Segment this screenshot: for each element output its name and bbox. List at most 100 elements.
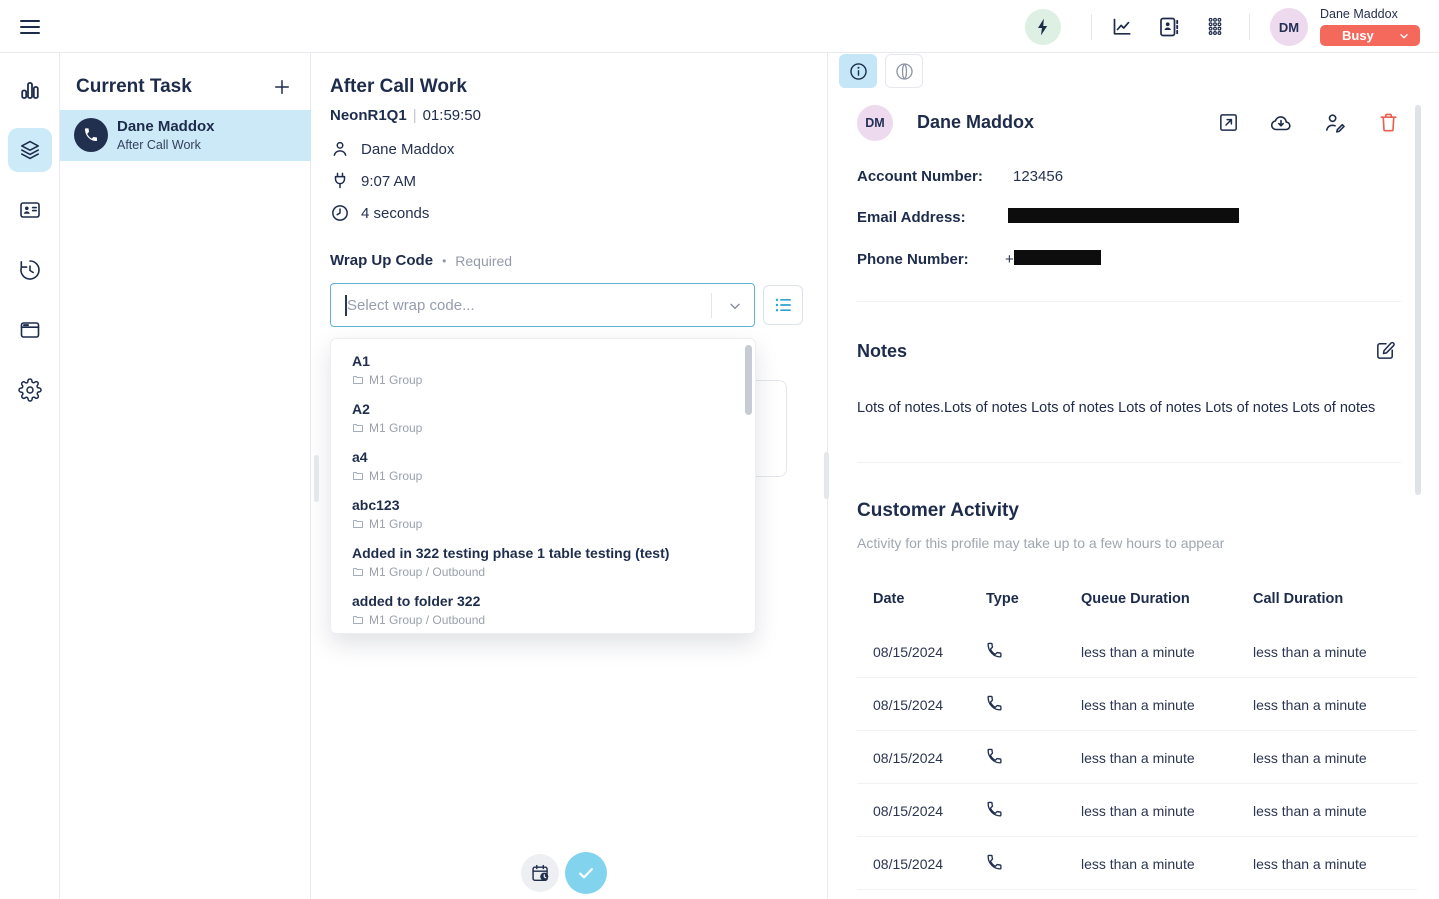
task-state-label: After Call Work xyxy=(117,138,201,152)
wrap-code-select[interactable] xyxy=(330,283,755,327)
avatar-initials: DM xyxy=(1279,20,1299,35)
dropdown-scrollbar[interactable] xyxy=(745,345,752,415)
option-name: A1 xyxy=(352,352,739,371)
wrap-code-option[interactable]: Added in 322 testing phase 1 table testi… xyxy=(339,539,739,587)
sidebar-item-metrics[interactable] xyxy=(8,68,52,112)
panel-resize-handle-right[interactable] xyxy=(824,452,829,499)
option-group: M1 Group xyxy=(369,469,422,483)
schedule-commitment-button[interactable] xyxy=(521,854,559,892)
sidebar-item-history[interactable] xyxy=(8,248,52,292)
status-dropdown[interactable]: Busy xyxy=(1320,25,1420,46)
wrap-up-code-label-row: Wrap Up Code • Required xyxy=(330,252,512,269)
add-task-button[interactable] xyxy=(272,77,292,97)
wrap-code-input[interactable] xyxy=(347,284,697,326)
chevron-down-icon[interactable] xyxy=(727,298,743,314)
sidebar-item-settings[interactable] xyxy=(8,368,52,412)
required-bullet: • xyxy=(442,254,446,268)
check-icon xyxy=(576,863,596,883)
queue-duration-value: less than a minute xyxy=(1081,697,1195,713)
topbar-divider xyxy=(1249,14,1250,40)
option-group: M1 Group xyxy=(369,517,422,531)
user-avatar[interactable]: DM xyxy=(1270,8,1308,46)
complete-acw-button[interactable] xyxy=(565,852,607,894)
notes-title: Notes xyxy=(857,341,907,362)
contact-card-icon xyxy=(18,198,42,222)
option-group: M1 Group / Outbound xyxy=(369,613,485,627)
cloud-download-icon xyxy=(1269,111,1293,135)
open-profile-button[interactable] xyxy=(1217,111,1241,135)
sidebar-item-contacts[interactable] xyxy=(8,188,52,232)
customer-activity-subtitle: Activity for this profile may take up to… xyxy=(857,535,1224,551)
acw-title: After Call Work xyxy=(330,76,467,98)
start-time-row: 9:07 AM xyxy=(330,171,416,191)
profile-avatar-initials: DM xyxy=(865,116,884,130)
edit-contact-button[interactable] xyxy=(1323,111,1347,135)
phone-prefix: + xyxy=(1005,251,1014,268)
browse-wrap-codes-button[interactable] xyxy=(763,285,803,325)
queue-duration-value: less than a minute xyxy=(1081,803,1195,819)
section-divider xyxy=(857,301,1401,302)
redacted-email-value xyxy=(1008,208,1239,223)
start-time: 9:07 AM xyxy=(361,173,416,190)
required-label: Required xyxy=(455,253,512,269)
profile-scrollbar[interactable] xyxy=(1415,105,1421,495)
activity-table-row[interactable]: 08/15/2024 less than a minute less than … xyxy=(857,837,1417,890)
activity-date: 08/15/2024 xyxy=(873,750,943,766)
delete-contact-button[interactable] xyxy=(1377,111,1401,135)
address-book-icon xyxy=(1157,15,1181,39)
contact-name: Dane Maddox xyxy=(361,141,454,158)
layers-icon xyxy=(18,138,42,162)
acw-duration: 4 seconds xyxy=(361,205,429,222)
person-icon xyxy=(330,139,350,159)
task-avatar xyxy=(74,118,108,152)
wrap-code-option[interactable]: A2 M1 Group xyxy=(339,395,739,443)
notes-text: Lots of notes.Lots of notes Lots of note… xyxy=(857,398,1389,418)
trash-icon xyxy=(1377,111,1401,134)
wrap-code-option[interactable]: a4 M1 Group xyxy=(339,443,739,491)
column-header-queue-duration: Queue Duration xyxy=(1081,591,1190,607)
hamburger-menu-icon[interactable] xyxy=(18,15,42,39)
customer-profile-panel: DM Dane Maddox Account Number: 123456 Em… xyxy=(827,53,1439,899)
activity-table-row[interactable]: 08/15/2024 less than a minute less than … xyxy=(857,625,1417,678)
calendar-clock-icon xyxy=(530,863,551,884)
option-group: M1 Group xyxy=(369,373,422,387)
account-number-value: 123456 xyxy=(1013,168,1063,185)
duration-row: 4 seconds xyxy=(330,203,429,223)
activity-table-row[interactable]: 08/15/2024 less than a minute less than … xyxy=(857,784,1417,837)
folder-icon xyxy=(352,374,364,386)
current-task-title: Current Task xyxy=(76,76,192,98)
wrap-code-option[interactable]: A1 M1 Group xyxy=(339,347,739,395)
activity-date: 08/15/2024 xyxy=(873,644,943,660)
profile-name: Dane Maddox xyxy=(917,112,1034,133)
column-header-call-duration: Call Duration xyxy=(1253,591,1343,607)
plug-icon xyxy=(330,171,350,191)
session-separator: | xyxy=(407,107,423,124)
panel-resize-handle-left[interactable] xyxy=(314,455,319,502)
dialpad-button[interactable] xyxy=(1203,15,1227,39)
activity-table-row[interactable]: 08/15/2024 less than a minute less than … xyxy=(857,731,1417,784)
quick-actions-button[interactable] xyxy=(1025,9,1061,45)
directory-button[interactable] xyxy=(1157,15,1181,39)
download-profile-button[interactable] xyxy=(1269,111,1293,135)
sidebar-item-browser[interactable] xyxy=(8,308,52,352)
tab-profile-info[interactable] xyxy=(839,54,877,88)
option-group: M1 Group / Outbound xyxy=(369,565,485,579)
reports-button[interactable] xyxy=(1110,15,1134,39)
chevron-down-icon xyxy=(1398,30,1410,42)
folder-icon xyxy=(352,614,364,626)
history-icon xyxy=(18,258,42,282)
task-list-item[interactable]: Dane Maddox After Call Work xyxy=(60,110,311,161)
wrap-code-option-list: A1 M1 Group A2 xyxy=(331,347,755,635)
task-contact-name: Dane Maddox xyxy=(117,118,215,135)
phone-label: Phone Number: xyxy=(857,251,969,268)
activity-table-row[interactable]: 08/15/2024 less than a minute less than … xyxy=(857,678,1417,731)
bar-chart-icon xyxy=(18,78,42,102)
folder-icon xyxy=(352,566,364,578)
wrap-code-option[interactable]: added to folder 322 M1 Group / Outbound xyxy=(339,587,739,635)
wrap-code-option[interactable]: abc123 M1 Group xyxy=(339,491,739,539)
sidebar-item-tasks[interactable] xyxy=(8,128,52,172)
edit-notes-button[interactable] xyxy=(1374,339,1397,362)
gear-icon xyxy=(18,378,42,402)
status-label: Busy xyxy=(1342,28,1374,43)
tab-profile-compare[interactable] xyxy=(885,54,923,88)
